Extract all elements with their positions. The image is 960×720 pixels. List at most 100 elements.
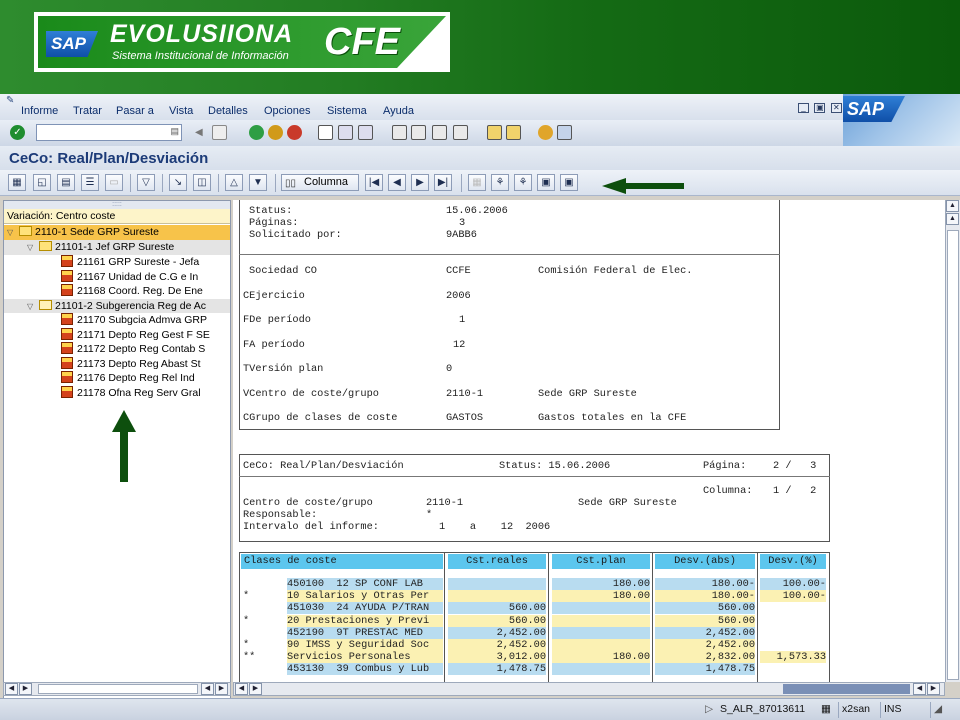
tree-node-group[interactable]: ▽ 21101-2 Subgerencia Reg de Ac [4, 298, 230, 314]
tree-node-leaf[interactable]: 21178 Ofna Reg Serv Gral [4, 385, 230, 401]
tree-node-leaf[interactable]: 21172 Depto Reg Contab S [4, 342, 230, 357]
drilldown-icon[interactable]: ↘ [169, 174, 187, 191]
disabled-grid-icon[interactable]: ▦ [468, 174, 486, 191]
last-column-icon[interactable]: ▶| [434, 174, 452, 191]
menu-informe[interactable]: Informe [21, 105, 58, 117]
scroll-thumb[interactable] [947, 230, 959, 680]
prev-column-icon[interactable]: ◀ [388, 174, 406, 191]
save-icon[interactable] [212, 125, 227, 140]
filter-icon[interactable]: ▽ [137, 174, 155, 191]
tree-icon[interactable]: ▤ [57, 174, 75, 191]
print-preview-icon[interactable]: △ [225, 174, 243, 191]
collapse-triangle-icon[interactable]: ▽ [7, 226, 16, 240]
col-header-cost-class[interactable]: Clases de coste [241, 554, 443, 569]
col-header-dev-pct[interactable]: Desv.(%) [760, 554, 826, 569]
disabled-tool-icon[interactable]: ▭ [105, 174, 123, 191]
layout-icon[interactable] [557, 125, 572, 140]
collapse-triangle-icon[interactable]: ▽ [27, 241, 36, 255]
expand-icon[interactable]: ⚘ [491, 174, 509, 191]
collapse-icon[interactable]: ⚘ [514, 174, 532, 191]
scroll-up-icon[interactable]: ▲ [946, 200, 959, 212]
list-icon[interactable]: ☰ [81, 174, 99, 191]
system-menu-icon[interactable]: ✎ [6, 95, 14, 106]
tree-node-leaf[interactable]: 21167 Unidad de C.G e In [4, 269, 230, 285]
table-row[interactable]: 451030 24 AYUDA P/TRAN 560.00 560.00 [239, 602, 830, 615]
tree-horizontal-scrollbar[interactable]: ◀ ▶ ◀ ▶ [3, 682, 231, 696]
input-mode[interactable]: INS [880, 702, 905, 718]
server-icon[interactable]: ▦ [818, 702, 834, 718]
variation-icon[interactable]: ◱ [33, 174, 51, 191]
pane-grip[interactable]: ::::: [4, 201, 230, 209]
shortcut-icon[interactable] [506, 125, 521, 140]
status-resize-icon[interactable]: ◢ [930, 702, 945, 718]
columns-icon[interactable]: ◫ [193, 174, 211, 191]
find-icon[interactable] [338, 125, 353, 140]
scroll-right-icon[interactable]: ▶ [249, 683, 262, 695]
scroll-right-icon[interactable]: ▶ [927, 683, 940, 695]
menu-tratar[interactable]: Tratar [73, 105, 102, 117]
scroll-left-icon[interactable]: ◀ [913, 683, 926, 695]
hierarchy-icon[interactable]: ▦ [8, 174, 26, 191]
scroll-right-icon[interactable]: ▶ [215, 683, 228, 695]
table-row[interactable]: 453130 39 Combus y Lub 1,478.75 1,478.75 [239, 663, 830, 676]
help-icon[interactable] [538, 125, 553, 140]
table-row[interactable]: ** Servicios Personales 3,012.00 180.00 2,83… [239, 651, 830, 664]
scroll-left-icon[interactable]: ◀ [235, 683, 248, 695]
table-row[interactable]: * 90 IMSS y Seguridad Soc 2,452.00 2,452.00 [239, 639, 830, 651]
tree-node-leaf[interactable]: 21170 Subgcia Admva GRP [4, 313, 230, 328]
command-field[interactable]: ▤ [36, 124, 182, 141]
close-icon[interactable]: ✕ [830, 103, 842, 113]
table-row[interactable]: 450100 12 SP CONF LAB 180.00 180.00- 100.00… [239, 578, 830, 590]
last-page-icon[interactable] [453, 125, 468, 140]
find-next-icon[interactable] [358, 125, 373, 140]
table-row[interactable]: * 20 Prestaciones y Previ 560.00 560.00 [239, 614, 830, 627]
menu-ayuda[interactable]: Ayuda [383, 105, 414, 117]
next-column-icon[interactable]: ▶ [411, 174, 429, 191]
restore-icon[interactable]: ▣ [814, 103, 826, 113]
column-button[interactable]: ▯▯ Columna [281, 174, 359, 191]
enter-icon[interactable]: ✓ [10, 125, 25, 140]
col-header-dev-abs[interactable]: Desv.(abs) [655, 554, 755, 569]
sort-icon[interactable]: ▼ [249, 174, 267, 191]
history-icon[interactable]: ▤ [170, 126, 179, 137]
menu-opciones[interactable]: Opciones [264, 105, 310, 117]
prev-page-icon[interactable] [411, 125, 426, 140]
back-icon[interactable] [249, 125, 264, 140]
menu-detalles[interactable]: Detalles [208, 105, 248, 117]
status-expand-icon[interactable]: ▷ [702, 702, 716, 718]
tree-node-leaf[interactable]: 21171 Depto Reg Gest F SE [4, 327, 230, 343]
scroll-thumb[interactable] [38, 684, 198, 694]
scroll-thumb[interactable] [783, 684, 910, 694]
table-row[interactable]: * 10 Salarios y Otras Per 180.00 180.00- 100… [239, 590, 830, 603]
menu-pasar-a[interactable]: Pasar a [116, 105, 154, 117]
scroll-left-icon[interactable]: ◀ [201, 683, 214, 695]
tree-node-leaf[interactable]: 21173 Depto Reg Abast St [4, 356, 230, 372]
table-row[interactable]: 452190 9T PRESTAC MED 2,452.00 2,452.00 [239, 626, 830, 639]
tree-node-leaf[interactable]: 21176 Depto Reg Rel Ind [4, 371, 230, 386]
tree-node-leaf[interactable]: 21161 GRP Sureste - Jefa [4, 255, 230, 270]
tree-node-leaf[interactable]: 21168 Coord. Reg. De Ene [4, 284, 230, 299]
report-horizontal-scrollbar[interactable]: ◀ ▶ ◀ ▶ [233, 682, 945, 696]
menu-sistema[interactable]: Sistema [327, 105, 367, 117]
first-column-icon[interactable]: |◀ [365, 174, 383, 191]
export-icon[interactable]: ▣ [560, 174, 578, 191]
report-vertical-scrollbar[interactable]: ▲ ▲ [945, 200, 960, 682]
col-header-actual[interactable]: Cst.reales [448, 554, 546, 569]
collapse-triangle-icon[interactable]: ▽ [27, 300, 36, 314]
navigate-icon[interactable]: ▣ [537, 174, 555, 191]
next-page-icon[interactable] [432, 125, 447, 140]
cancel-icon[interactable] [287, 125, 302, 140]
prev-icon[interactable]: ◀ [195, 125, 210, 140]
menu-vista[interactable]: Vista [169, 105, 193, 117]
create-session-icon[interactable] [487, 125, 502, 140]
tree-node-root[interactable]: ▽ 2110-1 Sede GRP Sureste [4, 225, 230, 240]
print-icon[interactable] [318, 125, 333, 140]
scroll-right-icon[interactable]: ▶ [19, 683, 32, 695]
first-page-icon[interactable] [392, 125, 407, 140]
scroll-left-icon[interactable]: ◀ [5, 683, 18, 695]
exit-icon[interactable] [268, 125, 283, 140]
page-up-icon[interactable]: ▲ [946, 213, 959, 225]
tree-node-group[interactable]: ▽ 21101-1 Jef GRP Sureste [4, 240, 230, 255]
minimize-icon[interactable]: _ [798, 103, 809, 113]
col-header-plan[interactable]: Cst.plan [552, 554, 650, 569]
